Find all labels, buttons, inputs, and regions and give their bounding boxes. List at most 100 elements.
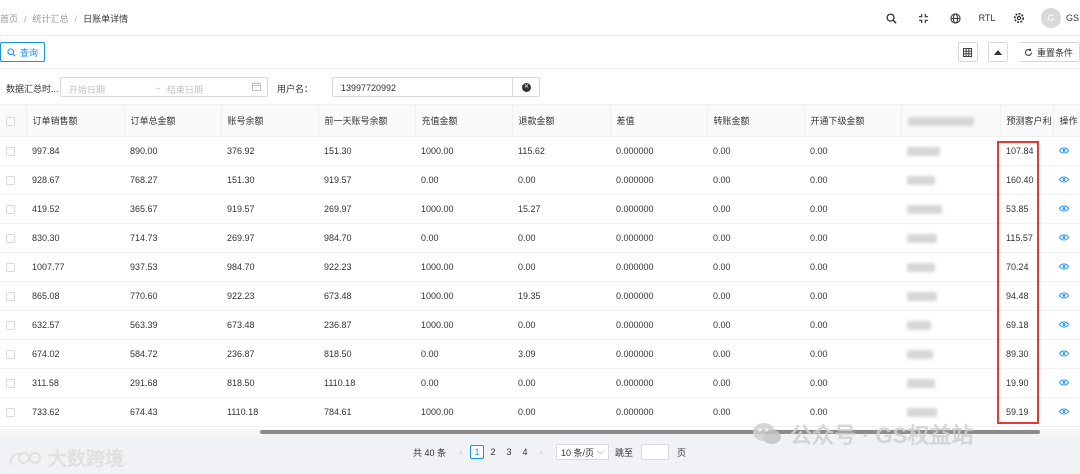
start-date-input[interactable]: 开始日期	[69, 83, 105, 96]
username-input-value: 13997720992	[341, 83, 397, 93]
page-button-4[interactable]: 4	[518, 445, 532, 459]
column-header[interactable]: 订单总金额	[124, 106, 222, 137]
row-checkbox[interactable]	[6, 349, 15, 359]
row-checkbox[interactable]	[6, 378, 15, 388]
username[interactable]: GS	[1066, 13, 1080, 23]
column-settings-button[interactable]	[957, 42, 978, 62]
table-cell: 0.00	[707, 252, 804, 282]
page-button-3[interactable]: 3	[502, 445, 516, 459]
end-date-input[interactable]: 结束日期	[167, 83, 203, 96]
eye-icon[interactable]	[1058, 349, 1070, 359]
table-row[interactable]: 1007.77 937.53 984.70 922.23 1000.00 0.00 0.00…	[0, 252, 1080, 282]
row-checkbox[interactable]	[6, 175, 15, 185]
blurred-cell	[901, 194, 1000, 224]
settings-gear-icon[interactable]	[1003, 6, 1035, 30]
view-action-cell	[1053, 310, 1080, 340]
column-header[interactable]: 充值金额	[415, 106, 513, 137]
select-all-checkbox[interactable]	[6, 116, 15, 126]
breadcrumb-home[interactable]: 首页	[0, 14, 18, 24]
refresh-icon	[1025, 47, 1032, 56]
eye-icon[interactable]	[1058, 146, 1070, 156]
reset-button[interactable]: 重置条件	[1017, 42, 1080, 62]
table-cell: 0.00	[512, 368, 610, 398]
row-checkbox[interactable]	[6, 320, 15, 330]
eye-icon[interactable]	[1058, 204, 1070, 214]
date-range-picker[interactable]: 开始日期 → 结束日期	[60, 77, 268, 97]
fullscreen-icon[interactable]	[907, 6, 939, 30]
table-cell: 0.00	[804, 194, 901, 224]
table-row[interactable]: 674.02 584.72 236.87 818.50 0.00 3.09 0.000000…	[0, 339, 1080, 369]
prediction-profit-cell: 107.84	[1000, 136, 1053, 166]
table-cell: 0.00	[512, 397, 610, 427]
jump-page-input[interactable]	[641, 444, 670, 460]
breadcrumb-stats[interactable]: 统计汇总	[33, 14, 69, 24]
query-button[interactable]: 查询	[0, 42, 46, 62]
column-header[interactable]: 预测客户利	[1000, 106, 1054, 137]
table-cell: 922.23	[318, 252, 415, 282]
avatar[interactable]: G	[1041, 8, 1061, 28]
column-header[interactable]: 订单销售额	[26, 106, 125, 137]
table-cell: 376.92	[221, 136, 318, 166]
table-cell: 1000.00	[415, 310, 512, 340]
eye-icon[interactable]	[1058, 320, 1070, 330]
row-checkbox[interactable]	[6, 204, 15, 214]
page-button-1[interactable]: 1	[470, 445, 485, 459]
toolbar-right: 重置条件	[948, 42, 1080, 62]
blurred-cell	[901, 310, 1000, 340]
search-icon[interactable]	[875, 6, 907, 30]
row-checkbox[interactable]	[6, 146, 15, 156]
row-checkbox[interactable]	[6, 291, 15, 301]
eye-icon[interactable]	[1058, 291, 1070, 301]
eye-icon[interactable]	[1058, 175, 1070, 185]
page-size-select[interactable]: 10 条/页	[556, 444, 610, 460]
column-header[interactable]: 账号余额	[221, 106, 319, 137]
table-cell: 919.57	[221, 194, 318, 224]
table-row[interactable]: 928.67 768.27 151.30 919.57 0.00 0.00 0.000000…	[0, 165, 1080, 195]
table-cell: 1110.18	[318, 368, 415, 398]
table-row[interactable]: 632.57 563.39 673.48 236.87 1000.00 0.00 0.000…	[0, 310, 1080, 340]
row-checkbox[interactable]	[6, 407, 15, 417]
table-row[interactable]: 830.30 714.73 269.97 984.70 0.00 0.00 0.000000…	[0, 223, 1080, 253]
eye-icon[interactable]	[1058, 378, 1070, 388]
next-page-button[interactable]: ›	[534, 445, 548, 459]
table-cell: 922.23	[221, 281, 318, 311]
table-cell: 1000.00	[415, 397, 512, 427]
row-checkbox[interactable]	[6, 233, 15, 243]
table-cell: 0.00	[707, 339, 804, 369]
table-cell: 632.57	[26, 310, 124, 340]
page-button-2[interactable]: 2	[486, 445, 500, 459]
table-cell: 0.00	[512, 310, 610, 340]
table-cell: 236.87	[318, 310, 415, 340]
toolbar: 查询 重置条件	[0, 36, 1080, 68]
table-cell: 673.48	[221, 310, 318, 340]
table-row[interactable]: 419.52 365.67 919.57 269.97 1000.00 15.27 0.00…	[0, 194, 1080, 224]
collapse-search-button[interactable]	[987, 42, 1008, 62]
table-cell: 984.70	[318, 223, 415, 253]
column-header[interactable]: 转账金额	[707, 106, 805, 137]
row-select-cell	[0, 310, 26, 340]
table-cell: 365.67	[124, 194, 221, 224]
table-cell: 1000.00	[415, 136, 512, 166]
clear-icon[interactable]: ✕	[522, 83, 531, 92]
column-header[interactable]: 开通下级金额	[804, 106, 902, 137]
table-cell: 0.00	[804, 252, 901, 282]
eye-icon[interactable]	[1058, 233, 1070, 243]
globe-icon[interactable]	[939, 6, 971, 30]
column-header[interactable]: 差值	[610, 106, 708, 137]
table-row[interactable]: 865.08 770.60 922.23 673.48 1000.00 19.35 0.00…	[0, 281, 1080, 311]
view-action-cell	[1053, 368, 1080, 398]
table-row[interactable]: 997.84 890.00 376.92 151.30 1000.00 115.62 0.0…	[0, 136, 1080, 166]
table-cell: 0.00	[804, 223, 901, 253]
column-header[interactable]: 退款金额	[512, 106, 611, 137]
table-cell: 0.00	[804, 281, 901, 311]
column-header[interactable]: 前一天账号余额	[318, 106, 416, 137]
row-checkbox[interactable]	[6, 262, 15, 272]
eye-icon[interactable]	[1058, 262, 1070, 272]
eye-icon[interactable]	[1058, 407, 1070, 417]
rtl-toggle[interactable]: RTL	[971, 6, 1003, 30]
prev-page-button[interactable]: ‹	[454, 445, 468, 459]
table-row[interactable]: 311.58 291.68 818.50 1110.18 0.00 0.00 0.00000…	[0, 368, 1080, 398]
username-input[interactable]: 13997720992 ✕	[332, 77, 540, 97]
table-cell: 0.00	[512, 252, 610, 282]
view-action-cell	[1053, 194, 1080, 224]
